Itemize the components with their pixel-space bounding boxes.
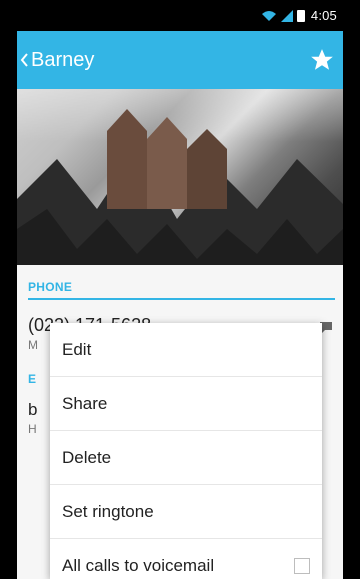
menu-item-edit[interactable]: Edit <box>50 323 322 377</box>
star-icon[interactable] <box>309 47 335 73</box>
battery-icon <box>296 9 305 22</box>
context-menu: Edit Share Delete Set ringtone All calls… <box>50 323 322 579</box>
status-time: 4:05 <box>310 8 337 23</box>
status-icons <box>261 9 305 22</box>
device-frame: 4:05 Barney PHONE M E b H Edit Share Del… <box>0 0 360 579</box>
status-bar: 4:05 <box>17 0 343 31</box>
menu-item-delete[interactable]: Delete <box>50 431 322 485</box>
menu-item-all-calls-to-voicemail-label: All calls to voicemail <box>62 555 215 575</box>
screen: 4:05 Barney PHONE M E b H Edit Share Del… <box>17 0 343 579</box>
contact-photo <box>17 89 343 265</box>
menu-item-set-ringtone-label: Set ringtone <box>62 501 154 521</box>
menu-item-delete-label: Delete <box>62 447 112 467</box>
frame-left <box>0 0 17 579</box>
wifi-icon <box>261 10 276 21</box>
phone-section-title: PHONE <box>28 280 73 294</box>
menu-item-share-label: Share <box>62 393 108 413</box>
menu-item-set-ringtone[interactable]: Set ringtone <box>50 485 322 539</box>
voicemail-checkbox[interactable] <box>294 557 310 574</box>
menu-item-edit-label: Edit <box>62 339 92 359</box>
castle-scene-illustration <box>17 109 343 265</box>
menu-item-share[interactable]: Share <box>50 377 322 431</box>
chevron-left-icon <box>20 53 28 67</box>
contact-name: Barney <box>31 48 95 71</box>
frame-right <box>343 0 360 579</box>
menu-item-all-calls-to-voicemail[interactable]: All calls to voicemail <box>50 539 322 579</box>
app-bar: Barney <box>17 31 343 89</box>
signal-icon <box>280 9 293 22</box>
back-button[interactable]: Barney <box>19 49 94 72</box>
